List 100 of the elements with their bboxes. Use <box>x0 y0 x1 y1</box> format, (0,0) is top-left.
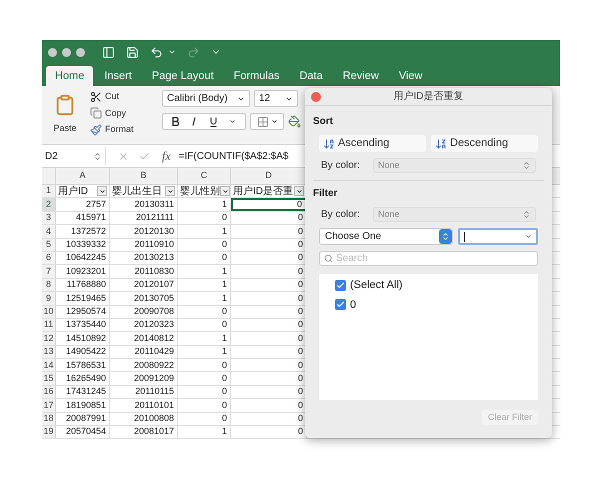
header-cell[interactable]: 婴儿出生日 <box>110 185 178 198</box>
row-header[interactable]: 3 <box>42 212 56 224</box>
criteria-field[interactable] <box>458 228 538 245</box>
filter-dropdown-button[interactable] <box>220 186 230 196</box>
function-icon[interactable]: fx <box>162 147 171 165</box>
save-icon[interactable] <box>126 46 139 58</box>
row-header[interactable]: 16 <box>42 386 56 398</box>
row-header[interactable]: 11 <box>42 318 56 332</box>
borders-button[interactable] <box>250 113 284 130</box>
sort-heading: Sort <box>312 115 334 129</box>
table-cell: 1 <box>178 225 231 238</box>
row-header[interactable]: 10 <box>42 306 56 318</box>
text-style-buttons[interactable] <box>162 113 246 130</box>
filter-dropdown-button[interactable] <box>294 186 304 196</box>
table-cell: 20130311 <box>110 198 178 211</box>
header-cell[interactable]: 用户ID <box>56 185 110 198</box>
row-header[interactable]: 8 <box>42 278 56 292</box>
condition-select[interactable]: Choose One <box>319 228 453 245</box>
row-header[interactable]: 19 <box>42 426 56 438</box>
row-header[interactable]: 17 <box>42 399 56 412</box>
table-cell: 0 <box>178 238 231 251</box>
formula-text[interactable]: =IF(COUNTIF($A$2:$A$ <box>178 148 288 164</box>
sort-ascending-button[interactable]: Ascending <box>319 135 426 152</box>
table-cell: 20120107 <box>110 278 178 292</box>
row-header[interactable]: 15 <box>42 372 56 385</box>
filter-dropdown-button[interactable] <box>97 186 107 196</box>
caret-icon <box>525 233 532 240</box>
table-cell: 20140812 <box>110 332 178 345</box>
by-color-label: By color: <box>321 208 361 222</box>
column-header[interactable]: B <box>110 168 178 184</box>
table-cell: 13735440 <box>56 318 110 332</box>
ribbon-tab[interactable]: View <box>390 66 432 86</box>
column-header[interactable]: A <box>56 168 110 184</box>
table-cell: 1 <box>178 332 231 345</box>
brush-icon <box>90 124 102 136</box>
table-cell: 1372572 <box>56 225 110 238</box>
stepper-icon <box>93 152 102 160</box>
underline-icon <box>210 116 217 126</box>
table-cell: 1 <box>178 292 231 305</box>
ribbon-tab[interactable]: Page Layout <box>142 66 223 86</box>
caret-icon <box>166 188 174 195</box>
table-cell: 20110429 <box>110 346 178 358</box>
italic-icon <box>191 117 198 126</box>
check-icon <box>336 280 345 290</box>
row-header[interactable]: 5 <box>42 238 56 251</box>
row-header[interactable]: 18 <box>42 412 56 426</box>
checkbox[interactable] <box>335 299 346 310</box>
table-cell: 0 <box>178 372 231 385</box>
value-label: 0 <box>350 298 356 312</box>
font-size-field[interactable]: 12 <box>254 90 298 107</box>
row-header[interactable]: 9 <box>42 292 56 305</box>
ribbon-tab[interactable]: Review <box>334 66 388 86</box>
checkbox[interactable] <box>335 280 346 291</box>
value-label: (Select All) <box>350 278 403 293</box>
caret-icon <box>270 118 278 125</box>
table-cell: 415971 <box>56 212 110 224</box>
table-cell: 1 <box>178 426 231 438</box>
filter-dropdown-button[interactable] <box>165 186 175 196</box>
row-header[interactable]: 4 <box>42 225 56 238</box>
table-cell: 1 <box>178 346 231 358</box>
column-header[interactable]: C <box>178 168 231 184</box>
ribbon-tab[interactable]: Insert <box>95 66 141 86</box>
table-cell: 20130213 <box>110 252 178 264</box>
caret-icon <box>222 188 228 195</box>
font-name-field[interactable]: Calibri (Body) <box>162 90 250 107</box>
cut-button[interactable]: Cut <box>90 90 148 104</box>
redo-icon[interactable] <box>187 46 200 58</box>
table-cell: 14905422 <box>56 346 110 358</box>
row-header[interactable]: 6 <box>42 252 56 264</box>
ribbon-tab[interactable]: Formulas <box>224 66 288 86</box>
undo-icon[interactable] <box>150 46 163 58</box>
row-header[interactable]: 7 <box>42 265 56 278</box>
name-box[interactable]: D2 <box>42 147 106 165</box>
table-cell: 18190851 <box>56 399 110 412</box>
ribbon-tab[interactable]: Home <box>46 66 94 86</box>
sort-descending-button[interactable]: Descending <box>431 135 538 152</box>
row-header[interactable]: 14 <box>42 359 56 372</box>
table-cell: 20120323 <box>110 318 178 332</box>
row-header[interactable]: 12 <box>42 332 56 345</box>
sidebar-icon[interactable] <box>102 46 115 58</box>
table-cell: 0 <box>178 399 231 412</box>
table-cell: 0 <box>178 359 231 372</box>
format-painter-button[interactable]: Format <box>90 123 148 136</box>
stepper-icon <box>522 210 531 219</box>
table-cell: 20091209 <box>110 372 178 385</box>
table-cell: 20080922 <box>110 359 178 372</box>
table-cell: 20130705 <box>110 292 178 305</box>
caret-icon[interactable] <box>168 48 176 56</box>
ribbon-tab[interactable]: Data <box>290 66 332 86</box>
close-button[interactable] <box>311 92 321 102</box>
copy-button[interactable]: Copy <box>90 106 148 120</box>
paste-button[interactable]: Paste <box>48 90 82 136</box>
caret-icon <box>228 118 236 125</box>
header-cell[interactable]: 婴儿性别 <box>178 185 231 198</box>
row-header[interactable]: 2 <box>42 198 56 211</box>
row-header[interactable]: 13 <box>42 346 56 358</box>
table-cell: 1 <box>178 278 231 292</box>
fill-color-icon[interactable] <box>288 115 301 128</box>
row-header[interactable]: 1 <box>42 185 56 198</box>
table-cell: 11768880 <box>56 278 110 292</box>
